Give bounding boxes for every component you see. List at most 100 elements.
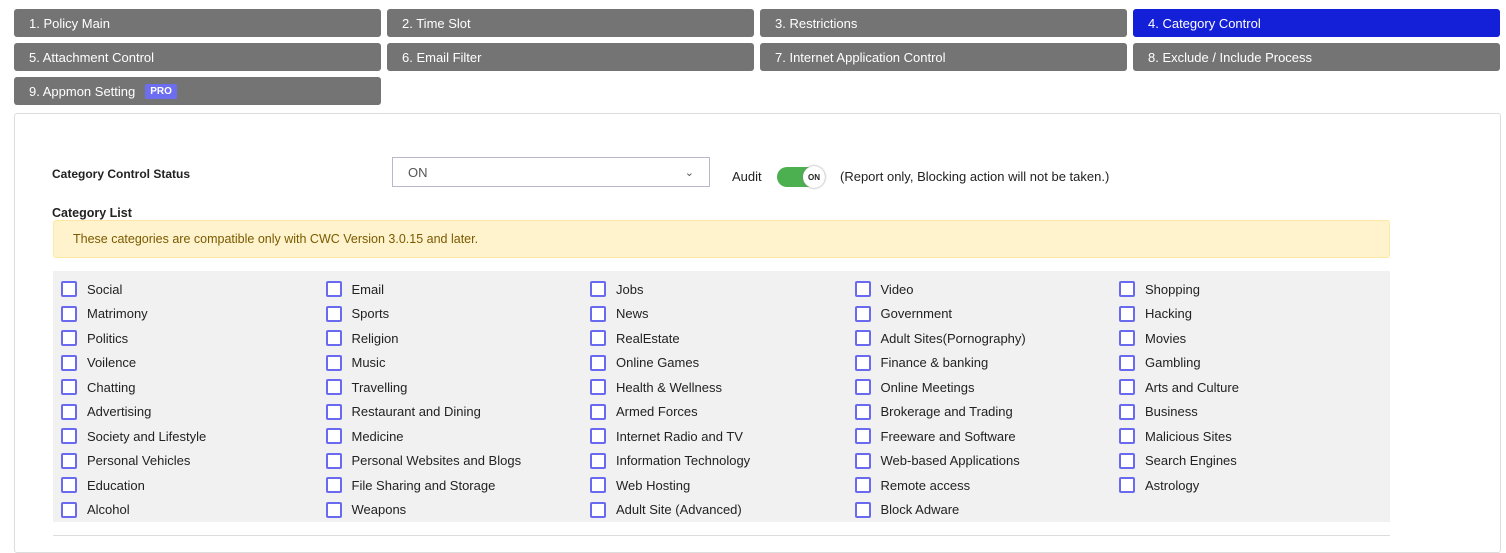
category-checkbox[interactable] [325,330,342,347]
category-item[interactable]: Weapons [325,498,591,523]
category-item[interactable]: Finance & banking [854,351,1120,376]
category-checkbox[interactable] [1119,330,1135,347]
category-item[interactable]: Remote access [854,473,1120,498]
category-item[interactable]: Education [61,473,326,498]
category-item[interactable]: Brokerage and Trading [854,400,1120,425]
category-checkbox[interactable] [854,428,871,445]
category-item[interactable]: File Sharing and Storage [325,473,591,498]
category-checkbox[interactable] [590,354,606,371]
category-item[interactable]: Travelling [325,375,591,400]
category-item[interactable]: Email [325,277,591,302]
category-checkbox[interactable] [61,354,77,371]
category-checkbox[interactable] [854,501,871,518]
category-checkbox[interactable] [1119,379,1135,396]
category-item[interactable]: Government [854,302,1120,327]
category-checkbox[interactable] [590,403,606,420]
audit-toggle[interactable]: ON [777,166,825,188]
category-item[interactable]: Astrology [1119,473,1384,498]
category-checkbox[interactable] [1119,354,1135,371]
category-item[interactable]: Adult Sites(Pornography) [854,326,1120,351]
tab-attachment-control[interactable]: 5. Attachment Control [14,43,381,71]
category-item[interactable]: Online Meetings [854,375,1120,400]
category-checkbox[interactable] [61,428,77,445]
category-item[interactable]: Information Technology [590,449,855,474]
tab-policy-main[interactable]: 1. Policy Main [14,9,381,37]
category-item[interactable]: Adult Site (Advanced) [590,498,855,523]
category-checkbox[interactable] [590,428,606,445]
category-item[interactable]: Society and Lifestyle [61,424,326,449]
status-select[interactable]: ON ⌄ [392,157,710,187]
tab-appmon-setting[interactable]: 9. Appmon Setting PRO [14,77,381,105]
category-checkbox[interactable] [1119,281,1135,298]
category-item[interactable]: Personal Websites and Blogs [325,449,591,474]
category-checkbox[interactable] [1119,428,1135,445]
category-checkbox[interactable] [61,403,77,420]
category-item[interactable]: Gambling [1119,351,1384,376]
category-checkbox[interactable] [854,281,871,298]
category-checkbox[interactable] [61,330,77,347]
category-checkbox[interactable] [854,354,871,371]
category-checkbox[interactable] [61,452,77,469]
category-checkbox[interactable] [325,452,342,469]
category-item[interactable]: Health & Wellness [590,375,855,400]
category-item[interactable]: Freeware and Software [854,424,1120,449]
category-item[interactable]: Personal Vehicles [61,449,326,474]
tab-email-filter[interactable]: 6. Email Filter [387,43,754,71]
category-item[interactable]: Movies [1119,326,1384,351]
category-item[interactable]: Search Engines [1119,449,1384,474]
category-item[interactable]: RealEstate [590,326,855,351]
category-item[interactable]: Hacking [1119,302,1384,327]
category-checkbox[interactable] [325,477,342,494]
category-item[interactable]: Shopping [1119,277,1384,302]
category-item[interactable]: Sports [325,302,591,327]
category-item[interactable]: Medicine [325,424,591,449]
tab-restrictions[interactable]: 3. Restrictions [760,9,1127,37]
category-item[interactable]: Religion [325,326,591,351]
category-checkbox[interactable] [61,379,77,396]
category-checkbox[interactable] [325,354,342,371]
tab-time-slot[interactable]: 2. Time Slot [387,9,754,37]
category-item[interactable]: Politics [61,326,326,351]
category-item[interactable]: Chatting [61,375,326,400]
category-item[interactable]: Block Adware [854,498,1120,523]
category-checkbox[interactable] [61,501,77,518]
category-checkbox[interactable] [325,281,342,298]
category-checkbox[interactable] [590,330,606,347]
category-item[interactable]: Voilence [61,351,326,376]
category-checkbox[interactable] [61,305,77,322]
category-checkbox[interactable] [854,477,871,494]
category-item[interactable]: Malicious Sites [1119,424,1384,449]
category-item[interactable]: Video [854,277,1120,302]
category-item[interactable]: Armed Forces [590,400,855,425]
category-checkbox[interactable] [1119,305,1135,322]
category-checkbox[interactable] [590,379,606,396]
category-item[interactable]: News [590,302,855,327]
category-checkbox[interactable] [61,477,77,494]
category-checkbox[interactable] [590,305,606,322]
tab-exclude-include-process[interactable]: 8. Exclude / Include Process [1133,43,1500,71]
category-checkbox[interactable] [854,379,871,396]
category-checkbox[interactable] [854,305,871,322]
category-checkbox[interactable] [1119,477,1135,494]
category-checkbox[interactable] [590,477,606,494]
category-item[interactable]: Jobs [590,277,855,302]
category-checkbox[interactable] [325,305,342,322]
category-checkbox[interactable] [325,501,342,518]
category-checkbox[interactable] [1119,452,1135,469]
category-checkbox[interactable] [590,452,606,469]
category-checkbox[interactable] [854,452,871,469]
tab-internet-application-control[interactable]: 7. Internet Application Control [760,43,1127,71]
category-item[interactable]: Internet Radio and TV [590,424,855,449]
category-item[interactable]: Matrimony [61,302,326,327]
category-item[interactable]: Business [1119,400,1384,425]
category-item[interactable]: Music [325,351,591,376]
category-checkbox[interactable] [590,281,606,298]
category-item[interactable]: Restaurant and Dining [325,400,591,425]
category-checkbox[interactable] [325,403,342,420]
category-item[interactable]: Web Hosting [590,473,855,498]
category-item[interactable]: Web-based Applications [854,449,1120,474]
category-item[interactable]: Online Games [590,351,855,376]
category-item[interactable]: Arts and Culture [1119,375,1384,400]
category-checkbox[interactable] [325,379,342,396]
category-checkbox[interactable] [325,428,342,445]
